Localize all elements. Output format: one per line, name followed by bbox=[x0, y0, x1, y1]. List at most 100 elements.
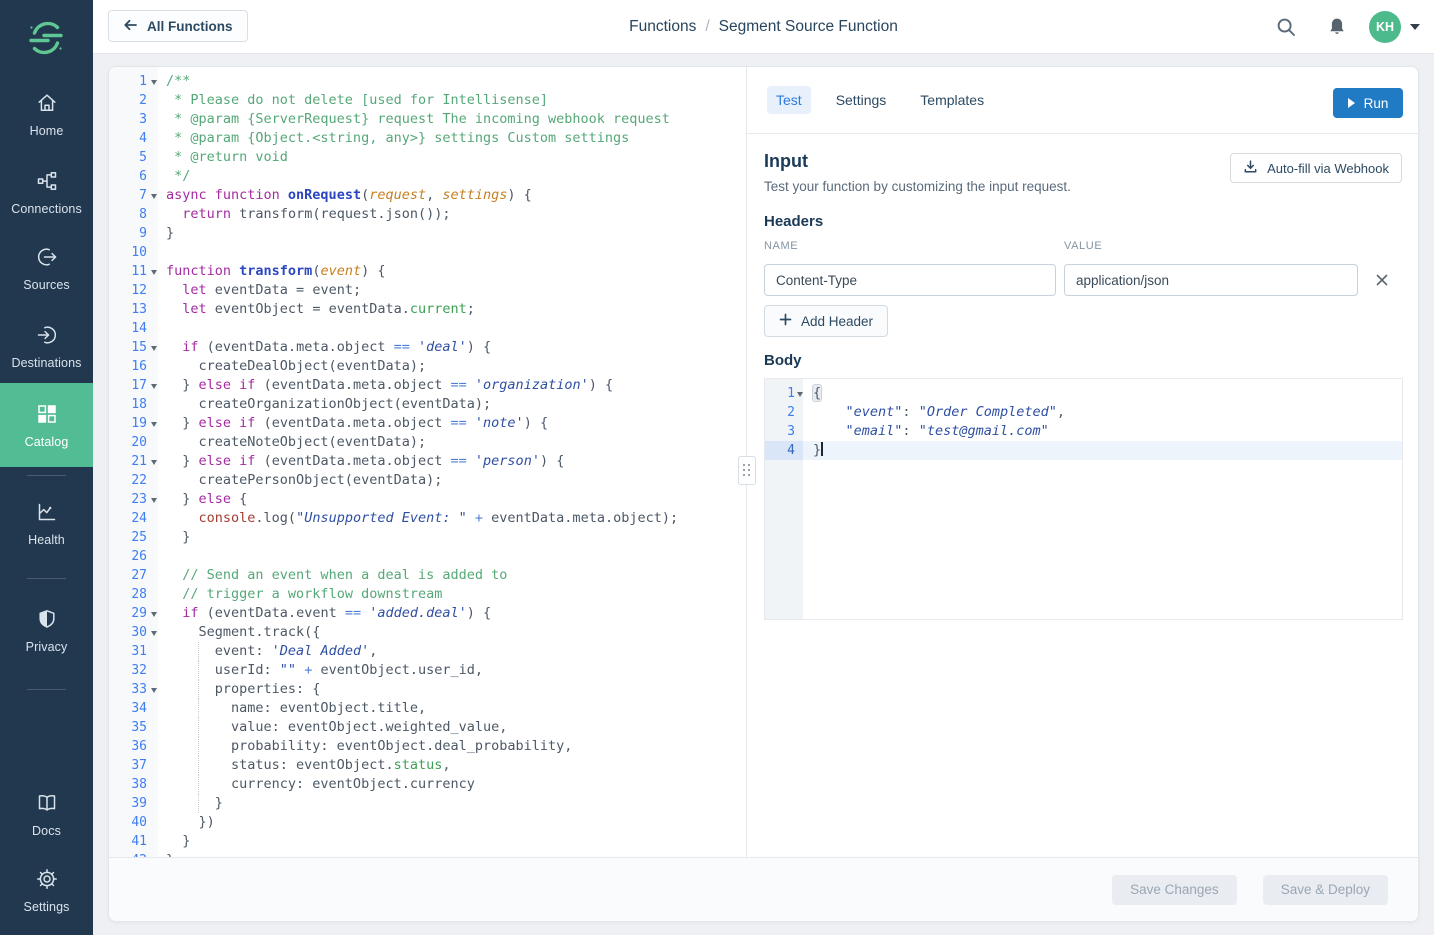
code-line[interactable]: 16 createDealObject(eventData); bbox=[109, 357, 746, 376]
avatar[interactable]: KH bbox=[1369, 11, 1401, 43]
sidebar-item-catalog[interactable]: Catalog bbox=[0, 383, 93, 467]
code-line[interactable]: 26 bbox=[109, 547, 746, 566]
tab-templates[interactable]: Templates bbox=[911, 86, 993, 114]
code-line[interactable]: 2 "event": "Order Completed", bbox=[765, 403, 1402, 422]
search-icon[interactable] bbox=[1274, 15, 1298, 39]
code-line[interactable]: 3 "email": "test@gmail.com" bbox=[765, 422, 1402, 441]
pane-resize-handle[interactable] bbox=[738, 456, 756, 485]
value-column-label: VALUE bbox=[1064, 240, 1102, 252]
save-changes-button[interactable]: Save Changes bbox=[1112, 875, 1237, 905]
sidebar-item-health[interactable]: Health bbox=[0, 501, 93, 549]
code-fold-icon[interactable] bbox=[151, 346, 157, 351]
code-line[interactable]: 18 createOrganizationObject(eventData); bbox=[109, 395, 746, 414]
code-line[interactable]: 28 // trigger a workflow downstream bbox=[109, 585, 746, 604]
autofill-webhook-button[interactable]: Auto-fill via Webhook bbox=[1230, 153, 1402, 183]
code-line[interactable]: 17 } else if (eventData.meta.object == '… bbox=[109, 376, 746, 395]
code-line[interactable]: 24 console.log("Unsupported Event: " + e… bbox=[109, 509, 746, 528]
body-json-editor[interactable]: 1{2 "event": "Order Completed",3 "email"… bbox=[764, 378, 1403, 620]
code-editor[interactable]: 1/**2 * Please do not delete [used for I… bbox=[109, 67, 746, 857]
sidebar-item-destinations[interactable]: Destinations bbox=[0, 324, 93, 372]
breadcrumb-section[interactable]: Functions bbox=[629, 18, 696, 36]
code-line[interactable]: 32 userId: "" + eventObject.user_id, bbox=[109, 661, 746, 680]
save-deploy-button[interactable]: Save & Deploy bbox=[1263, 875, 1388, 905]
code-line[interactable]: 21 } else if (eventData.meta.object == '… bbox=[109, 452, 746, 471]
code-line[interactable]: 22 createPersonObject(eventData); bbox=[109, 471, 746, 490]
code-line[interactable]: 20 createNoteObject(eventData); bbox=[109, 433, 746, 452]
code-line[interactable]: 27 // Send an event when a deal is added… bbox=[109, 566, 746, 585]
code-line[interactable]: 14 bbox=[109, 319, 746, 338]
tab-test[interactable]: Test bbox=[767, 86, 811, 114]
chevron-down-icon[interactable] bbox=[1410, 24, 1420, 30]
code-line[interactable]: 7async function onRequest(request, setti… bbox=[109, 186, 746, 205]
line-number: 39 bbox=[109, 794, 147, 813]
code-fold-icon[interactable] bbox=[151, 422, 157, 427]
code-line[interactable]: 34 name: eventObject.title, bbox=[109, 699, 746, 718]
code-line[interactable]: 37 status: eventObject.status, bbox=[109, 756, 746, 775]
remove-header-icon[interactable] bbox=[1372, 270, 1392, 290]
sidebar-item-settings[interactable]: Settings bbox=[0, 868, 93, 916]
notifications-bell-icon[interactable] bbox=[1325, 15, 1349, 39]
sidebar-item-privacy[interactable]: Privacy bbox=[0, 608, 93, 656]
code-fold-icon[interactable] bbox=[797, 392, 803, 397]
breadcrumb-current: Segment Source Function bbox=[719, 18, 898, 36]
tab-settings[interactable]: Settings bbox=[827, 86, 896, 114]
sidebar-item-connections[interactable]: Connections bbox=[0, 170, 93, 218]
code-line[interactable]: 13 let eventObject = eventData.current; bbox=[109, 300, 746, 319]
code-line[interactable]: 9} bbox=[109, 224, 746, 243]
code-line[interactable]: 4} bbox=[765, 441, 1402, 460]
add-header-label: Add Header bbox=[801, 314, 873, 329]
line-number: 31 bbox=[109, 642, 147, 661]
run-button[interactable]: Run bbox=[1333, 88, 1403, 118]
code-line[interactable]: 10 bbox=[109, 243, 746, 262]
sidebar-item-docs[interactable]: Docs bbox=[0, 792, 93, 840]
sidebar-item-sources[interactable]: Sources bbox=[0, 246, 93, 294]
code-line[interactable]: 3 * @param {ServerRequest} request The i… bbox=[109, 110, 746, 129]
code-fold-icon[interactable] bbox=[151, 384, 157, 389]
code-fold-icon[interactable] bbox=[151, 631, 157, 636]
code-line[interactable]: 38 currency: eventObject.currency bbox=[109, 775, 746, 794]
line-number: 1 bbox=[109, 72, 147, 91]
code-fold-icon[interactable] bbox=[151, 194, 157, 199]
sidebar-item-label: Docs bbox=[32, 824, 61, 838]
segment-logo-icon[interactable] bbox=[24, 16, 68, 60]
code-line[interactable]: 41 } bbox=[109, 832, 746, 851]
sidebar-item-home[interactable]: Home bbox=[0, 92, 93, 140]
sidebar-item-label: Settings bbox=[24, 900, 70, 914]
code-line[interactable]: 31 event: 'Deal Added', bbox=[109, 642, 746, 661]
code-line[interactable]: 8 return transform(request.json()); bbox=[109, 205, 746, 224]
code-line[interactable]: 23 } else { bbox=[109, 490, 746, 509]
code-fold-icon[interactable] bbox=[151, 80, 157, 85]
add-header-button[interactable]: Add Header bbox=[764, 305, 888, 337]
code-line[interactable]: 39 } bbox=[109, 794, 746, 813]
code-line[interactable]: 19 } else if (eventData.meta.object == '… bbox=[109, 414, 746, 433]
code-line[interactable]: 5 * @return void bbox=[109, 148, 746, 167]
line-number: 16 bbox=[109, 357, 147, 376]
code-fold-icon[interactable] bbox=[151, 460, 157, 465]
code-fold-icon[interactable] bbox=[151, 612, 157, 617]
indent-guide bbox=[198, 775, 199, 794]
code-fold-icon[interactable] bbox=[151, 688, 157, 693]
code-line[interactable]: 29 if (eventData.event == 'added.deal') … bbox=[109, 604, 746, 623]
code-line[interactable]: 36 probability: eventObject.deal_probabi… bbox=[109, 737, 746, 756]
code-line[interactable]: 40 }) bbox=[109, 813, 746, 832]
sidebar-divider bbox=[27, 578, 66, 579]
code-line[interactable]: 35 value: eventObject.weighted_value, bbox=[109, 718, 746, 737]
code-line[interactable]: 25 } bbox=[109, 528, 746, 547]
header-value-input[interactable] bbox=[1064, 264, 1358, 296]
code-line[interactable]: 33 properties: { bbox=[109, 680, 746, 699]
sidebar-item-label: Connections bbox=[11, 202, 82, 216]
code-line[interactable]: 1/** bbox=[109, 72, 746, 91]
code-line[interactable]: 1{ bbox=[765, 384, 1402, 403]
line-number: 36 bbox=[109, 737, 147, 756]
header-name-input[interactable] bbox=[764, 264, 1056, 296]
code-fold-icon[interactable] bbox=[151, 270, 157, 275]
code-line[interactable]: 30 Segment.track({ bbox=[109, 623, 746, 642]
code-fold-icon[interactable] bbox=[151, 498, 157, 503]
code-line[interactable]: 6 */ bbox=[109, 167, 746, 186]
code-line[interactable]: 2 * Please do not delete [used for Intel… bbox=[109, 91, 746, 110]
code-line[interactable]: 15 if (eventData.meta.object == 'deal') … bbox=[109, 338, 746, 357]
code-line[interactable]: 4 * @param {Object.<string, any>} settin… bbox=[109, 129, 746, 148]
all-functions-button[interactable]: All Functions bbox=[108, 10, 248, 42]
code-line[interactable]: 12 let eventData = event; bbox=[109, 281, 746, 300]
code-line[interactable]: 11function transform(event) { bbox=[109, 262, 746, 281]
